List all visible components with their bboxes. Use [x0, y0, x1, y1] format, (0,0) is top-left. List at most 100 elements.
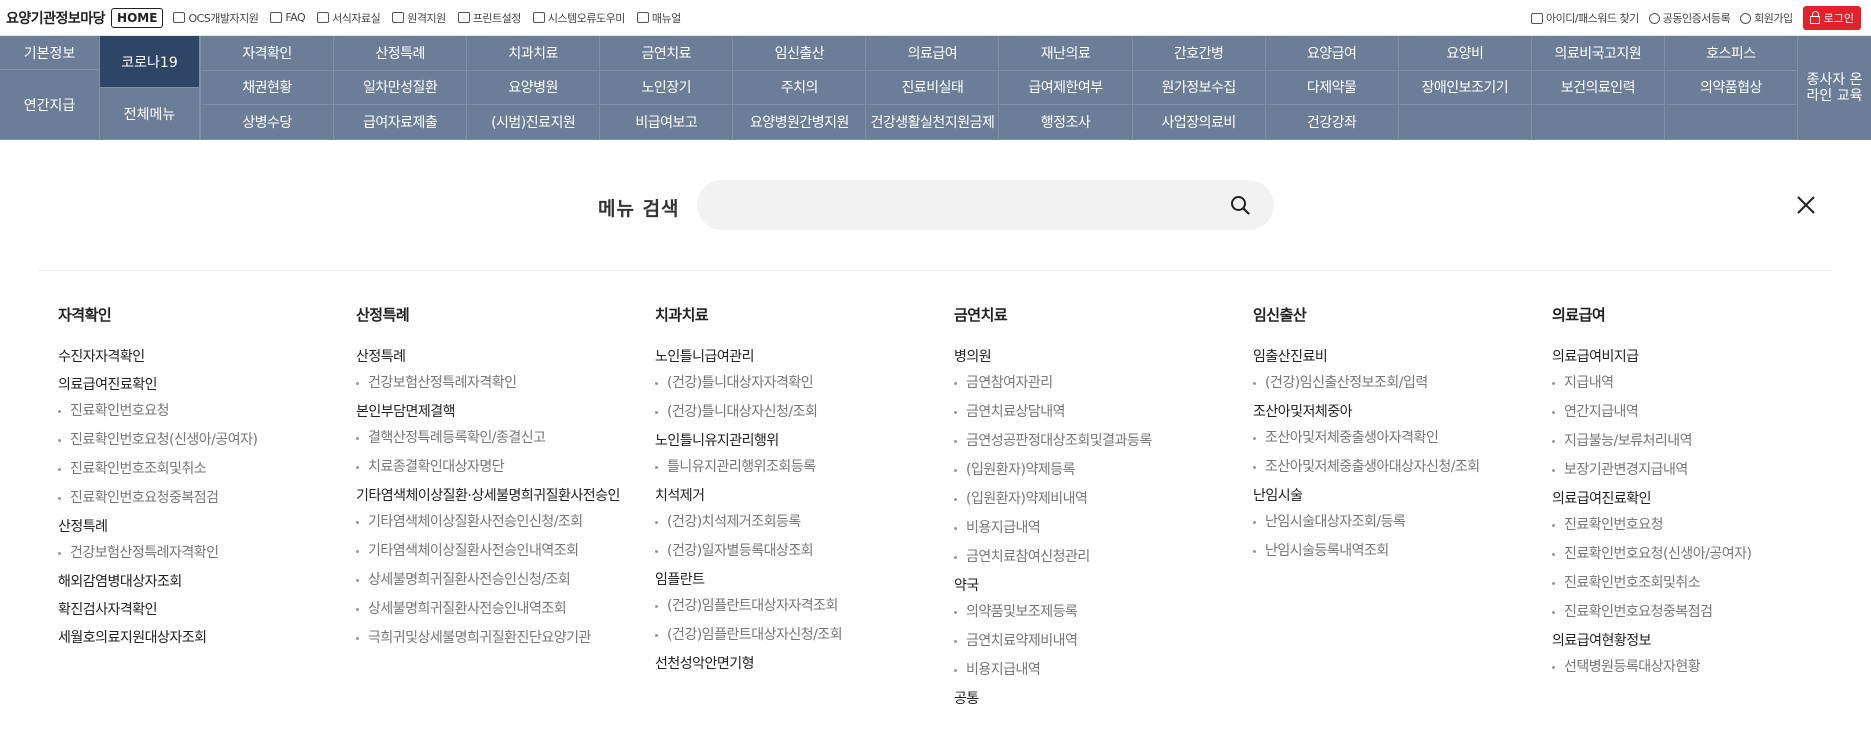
nav-item[interactable]: 건강생활실천지원금제	[865, 105, 999, 140]
menu-item[interactable]: 건강보험산정특례자격확인	[58, 544, 328, 562]
util-link-forms[interactable]: 서식자료실	[317, 10, 381, 26]
menu-item[interactable]: (입원환자)약제비내역	[954, 490, 1224, 508]
menu-group-title[interactable]: 수진자자격확인	[58, 348, 328, 366]
nav-item[interactable]: 급여자료제출	[333, 105, 467, 140]
menu-group-title[interactable]: 해외감염병대상자조회	[58, 573, 328, 591]
menu-item[interactable]: 금연치료약제비내역	[954, 632, 1224, 650]
nav-item[interactable]: 일차만성질환	[333, 70, 467, 106]
menu-item[interactable]: 진료확인번호요청(신생아/공여자)	[1552, 545, 1822, 563]
nav-item[interactable]: 요양비	[1397, 36, 1531, 71]
menu-group-title[interactable]: 산정특례	[356, 348, 626, 366]
menu-item[interactable]: 진료확인번호요청중복점검	[58, 489, 328, 507]
menu-item[interactable]: 상세불명희귀질환사전승인신청/조회	[356, 571, 626, 589]
nav-item[interactable]: 채권현황	[200, 70, 334, 106]
nav-item[interactable]: 급여제한여부	[998, 70, 1132, 106]
menu-group-title[interactable]: 노인틀니유지관리행위	[655, 432, 925, 450]
certificate-register-link[interactable]: 공동인증서등록	[1648, 10, 1731, 26]
nav-item[interactable]: 자격확인	[200, 36, 334, 71]
menu-column-title[interactable]: 자격확인	[58, 304, 328, 330]
menu-item[interactable]: 결핵산정특례등록확인/종결신고	[356, 429, 626, 447]
util-link-error-helper[interactable]: 시스템오류도우미	[532, 10, 625, 26]
menu-group-title[interactable]: 본인부담면제결핵	[356, 403, 626, 421]
nav-item[interactable]: 행정조사	[998, 105, 1132, 140]
menu-item[interactable]: (건강)일자별등록대상조회	[655, 542, 925, 560]
search-icon[interactable]	[1230, 195, 1250, 215]
menu-column-title[interactable]: 의료급여	[1552, 304, 1822, 330]
nav-item[interactable]: 의약품협상	[1663, 70, 1797, 106]
menu-item[interactable]: 지급불능/보류처리내역	[1552, 432, 1822, 450]
menu-item[interactable]: 비용지급내역	[954, 661, 1224, 679]
menu-item[interactable]: 선택병원등록대상자현황	[1552, 658, 1822, 676]
menu-item[interactable]: 상세불명희귀질환사전승인내역조회	[356, 600, 626, 618]
menu-item[interactable]: 치료종결확인대상자명단	[356, 458, 626, 476]
nav-item[interactable]: 요양급여	[1264, 36, 1398, 71]
menu-item[interactable]: 기타염색체이상질환사전승인내역조회	[356, 542, 626, 560]
util-link-manual[interactable]: 매뉴얼	[636, 10, 681, 26]
menu-group-title[interactable]: 의료급여진료확인	[1552, 490, 1822, 508]
close-icon[interactable]	[1796, 195, 1816, 215]
nav-item[interactable]: 상병수당	[200, 105, 334, 140]
util-link-faq[interactable]: FAQ	[270, 11, 306, 24]
nav-item[interactable]: 요양병원간병지원	[732, 105, 866, 140]
menu-item[interactable]: 지급내역	[1552, 374, 1822, 392]
nav-item[interactable]: 재난의료	[998, 36, 1132, 71]
menu-group-title[interactable]: 확진검사자격확인	[58, 601, 328, 619]
menu-item[interactable]: 난임시술등록내역조회	[1253, 542, 1523, 560]
menu-column-title[interactable]: 치과치료	[655, 304, 925, 330]
menu-item[interactable]: 조산아및저체중출생아자격확인	[1253, 429, 1523, 447]
menu-item[interactable]: (건강)임신출산정보조회/입력	[1253, 374, 1523, 392]
menu-item[interactable]: (건강)임플란트대상자자격조회	[655, 597, 925, 615]
menu-item[interactable]: 틀니유지관리행위조회등록	[655, 458, 925, 476]
menu-item[interactable]: (건강)틀니대상자자격확인	[655, 374, 925, 392]
menu-group-title[interactable]: 병의원	[954, 348, 1224, 366]
nav-item[interactable]: (시범)진료지원	[466, 105, 600, 140]
menu-item[interactable]: 금연치료참여신청관리	[954, 548, 1224, 566]
nav-item[interactable]: 원가정보수집	[1131, 70, 1265, 106]
nav-tab-all-menu[interactable]: 전체메뉴	[100, 88, 200, 140]
menu-group-title[interactable]: 임출산진료비	[1253, 348, 1523, 366]
signup-link[interactable]: 회원가입	[1740, 10, 1793, 26]
menu-item[interactable]: 기타염색체이상질환사전승인신청/조회	[356, 513, 626, 531]
menu-group-title[interactable]: 난임시술	[1253, 487, 1523, 505]
find-id-password-link[interactable]: 아이디/패스워드 찾기	[1531, 10, 1639, 26]
util-link-print[interactable]: 프린트설정	[457, 10, 521, 26]
nav-item[interactable]: 노인장기	[599, 70, 733, 106]
menu-group-title[interactable]: 산정특례	[58, 518, 328, 536]
menu-column-title[interactable]: 임신출산	[1253, 304, 1523, 330]
menu-group-title[interactable]: 의료급여진료확인	[58, 376, 328, 394]
nav-item[interactable]: 진료비실태	[865, 70, 999, 106]
menu-item[interactable]: 진료확인번호요청	[58, 402, 328, 420]
menu-group-title[interactable]: 조산아및저체중아	[1253, 403, 1523, 421]
nav-item[interactable]: 의료급여	[865, 36, 999, 71]
site-title[interactable]: 요양기관정보마당	[6, 8, 106, 28]
menu-item[interactable]: 의약품및보조제등록	[954, 603, 1224, 621]
nav-item[interactable]: 다제약물	[1264, 70, 1398, 106]
menu-item[interactable]: (건강)틀니대상자신청/조회	[655, 403, 925, 421]
menu-item[interactable]: 연간지급내역	[1552, 403, 1822, 421]
menu-group-title[interactable]: 선천성악안면기형	[655, 655, 925, 673]
menu-item[interactable]: 진료확인번호요청(신생아/공여자)	[58, 431, 328, 449]
menu-item[interactable]: 진료확인번호요청	[1552, 516, 1822, 534]
util-link-remote[interactable]: 원격지원	[392, 10, 446, 26]
nav-item[interactable]: 보건의료인력	[1530, 70, 1664, 106]
menu-item[interactable]: 진료확인번호조회및취소	[58, 460, 328, 478]
menu-group-title[interactable]: 의료급여비지급	[1552, 348, 1822, 366]
menu-item[interactable]: 보장기관변경지급내역	[1552, 461, 1822, 479]
menu-item[interactable]: 조산아및저체중출생아대상자신청/조회	[1253, 458, 1523, 476]
nav-tab-annual-payment[interactable]: 연간지급	[0, 70, 100, 140]
menu-group-title[interactable]: 기타염색체이상질환·상세불명희귀질환사전승인	[356, 487, 626, 505]
nav-item[interactable]: 건강강좌	[1264, 105, 1398, 140]
menu-item[interactable]: (건강)치석제거조회등록	[655, 513, 925, 531]
nav-item[interactable]: 산정특례	[333, 36, 467, 71]
nav-item[interactable]: 사업장의료비	[1131, 105, 1265, 140]
menu-item[interactable]: 비용지급내역	[954, 519, 1224, 537]
menu-item[interactable]: 금연성공판정대상조회및결과등록	[954, 432, 1224, 450]
nav-tab-basic-info[interactable]: 기본정보	[0, 36, 100, 70]
nav-item[interactable]: 주치의	[732, 70, 866, 106]
nav-item[interactable]: 임신출산	[732, 36, 866, 71]
menu-item[interactable]: 금연참여자관리	[954, 374, 1224, 392]
menu-item[interactable]: 진료확인번호요청중복점검	[1552, 603, 1822, 621]
menu-item[interactable]: (입원환자)약제등록	[954, 461, 1224, 479]
search-input[interactable]	[697, 180, 1274, 230]
menu-item[interactable]: 난임시술대상자조회/등록	[1253, 513, 1523, 531]
